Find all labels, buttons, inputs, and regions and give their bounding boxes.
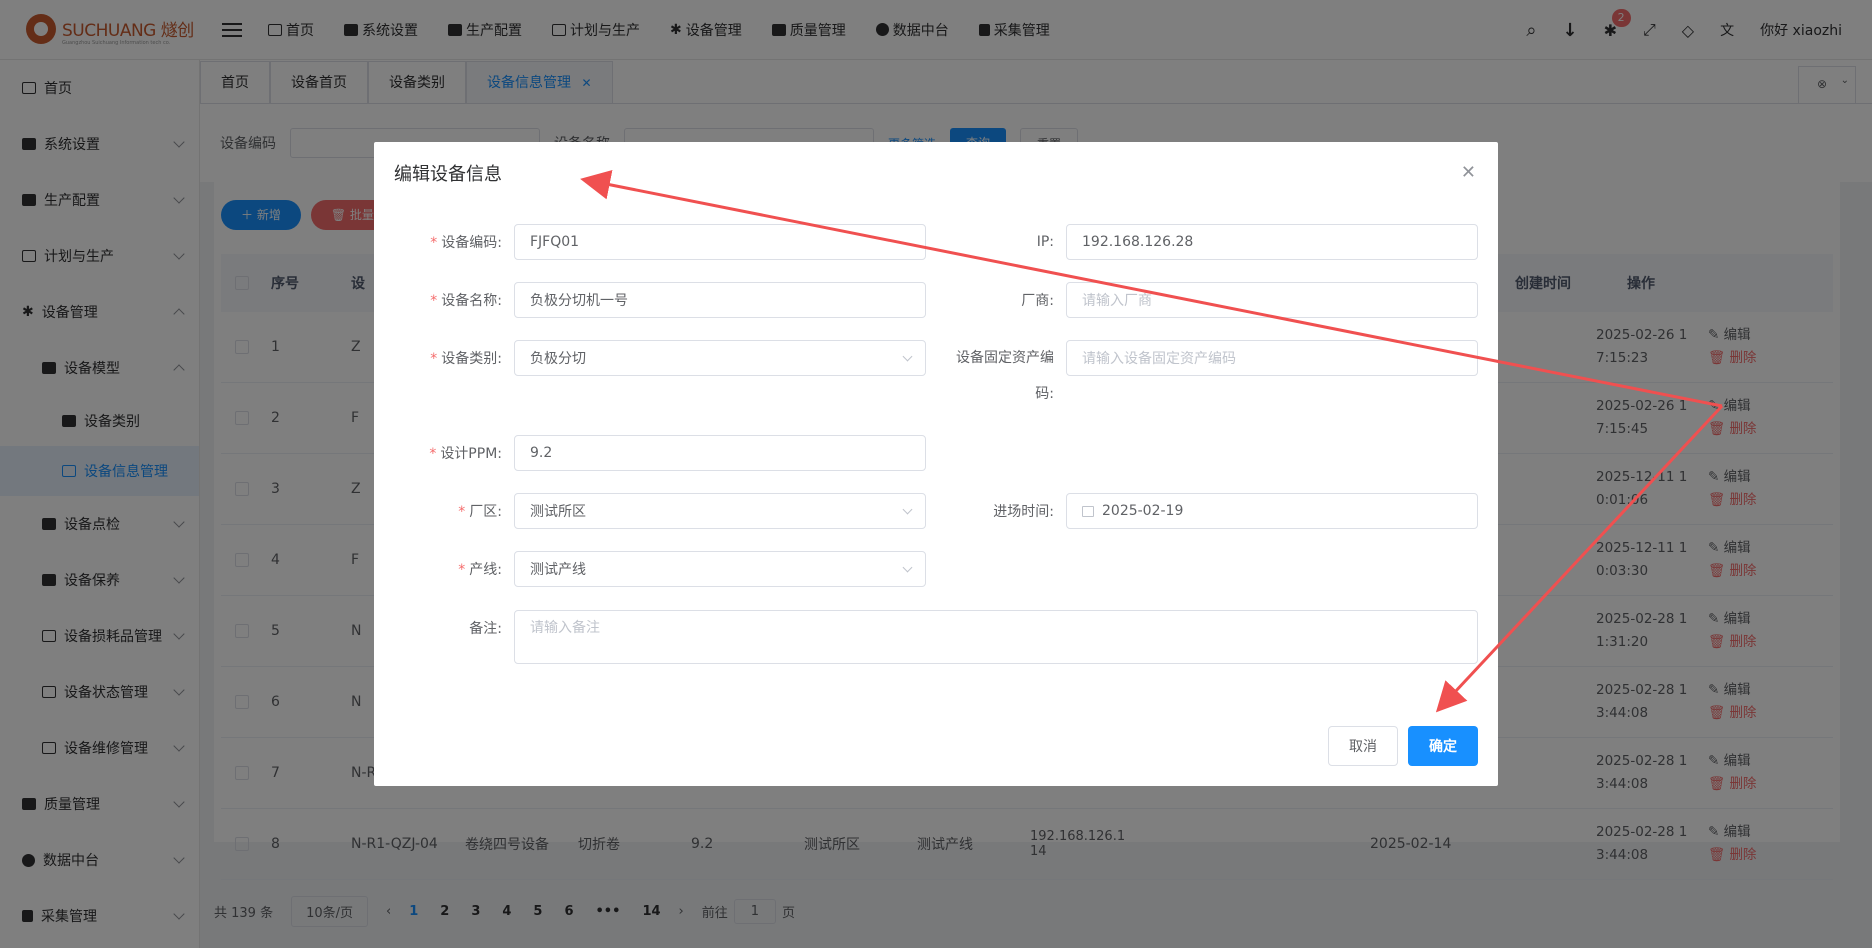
label-text: 产线:	[469, 562, 502, 578]
line-value: 测试产线	[530, 562, 586, 578]
edit-equipment-dialog: 编辑设备信息 ✕ * 设备编码: FJFQ01 IP: 192.168.126.2…	[374, 142, 1498, 786]
field-line: * 产线: 测试产线	[374, 551, 926, 587]
dialog-title: 编辑设备信息	[394, 164, 502, 185]
asset-input[interactable]: 请输入设备固定资产编码	[1066, 340, 1478, 376]
field-line-label: * 产线:	[458, 562, 502, 578]
line-select[interactable]: 测试产线	[514, 551, 926, 587]
area-select[interactable]: 测试所区	[514, 493, 926, 529]
field-ip: IP: 192.168.126.28	[926, 224, 1478, 260]
field-area-label: * 厂区:	[458, 504, 502, 520]
chevron-down-icon	[902, 504, 913, 515]
calendar-icon	[1082, 505, 1094, 517]
ppm-input[interactable]: 9.2	[514, 435, 926, 471]
label-text: 设计PPM:	[440, 446, 502, 462]
label-text: 设备固定资产编	[956, 350, 1054, 366]
field-remark: 备注: 请输入备注	[374, 610, 1478, 664]
vendor-input[interactable]: 请输入厂商	[1066, 282, 1478, 318]
cancel-button[interactable]: 取消	[1328, 726, 1398, 766]
name-input[interactable]: 负极分切机一号	[514, 282, 926, 318]
confirm-button[interactable]: 确定	[1408, 726, 1478, 766]
field-vendor: 厂商: 请输入厂商	[926, 282, 1478, 318]
field-code-label: * 设备编码:	[430, 235, 502, 251]
entry-date-picker[interactable]: 2025-02-19	[1066, 493, 1478, 529]
label-text: 设备类别:	[441, 351, 502, 367]
field-ppm: * 设计PPM: 9.2	[374, 435, 926, 471]
label-text: 设备编码:	[441, 235, 502, 251]
field-entry-time: 进场时间: 2025-02-19	[926, 493, 1478, 529]
area-value: 测试所区	[530, 504, 586, 520]
field-ppm-label: * 设计PPM:	[429, 446, 502, 462]
label-text: 厂区:	[469, 504, 502, 520]
field-name: * 设备名称: 负极分切机一号	[374, 282, 926, 318]
field-vendor-label: 厂商:	[1021, 293, 1054, 309]
close-icon[interactable]: ✕	[1461, 162, 1476, 183]
field-asset-label: 设备固定资产编码:	[926, 340, 1066, 412]
chevron-down-icon	[902, 351, 913, 362]
field-entry-label: 进场时间:	[993, 504, 1054, 520]
label-text: 设备名称:	[441, 293, 502, 309]
label-text: 码:	[1035, 386, 1054, 402]
field-type-label: * 设备类别:	[430, 351, 502, 367]
field-code: * 设备编码: FJFQ01	[374, 224, 926, 260]
field-ip-label: IP:	[1036, 234, 1054, 250]
field-area: * 厂区: 测试所区	[374, 493, 926, 529]
remark-textarea[interactable]: 请输入备注	[514, 610, 1478, 664]
chevron-down-icon	[902, 562, 913, 573]
code-input[interactable]: FJFQ01	[514, 224, 926, 260]
field-asset: 设备固定资产编码: 请输入设备固定资产编码	[926, 340, 1478, 412]
entry-value: 2025-02-19	[1102, 503, 1184, 519]
field-type: * 设备类别: 负极分切	[374, 340, 926, 376]
ip-input[interactable]: 192.168.126.28	[1066, 224, 1478, 260]
field-remark-label: 备注:	[469, 621, 502, 637]
type-select[interactable]: 负极分切	[514, 340, 926, 376]
field-name-label: * 设备名称:	[430, 293, 502, 309]
type-value: 负极分切	[530, 351, 586, 367]
